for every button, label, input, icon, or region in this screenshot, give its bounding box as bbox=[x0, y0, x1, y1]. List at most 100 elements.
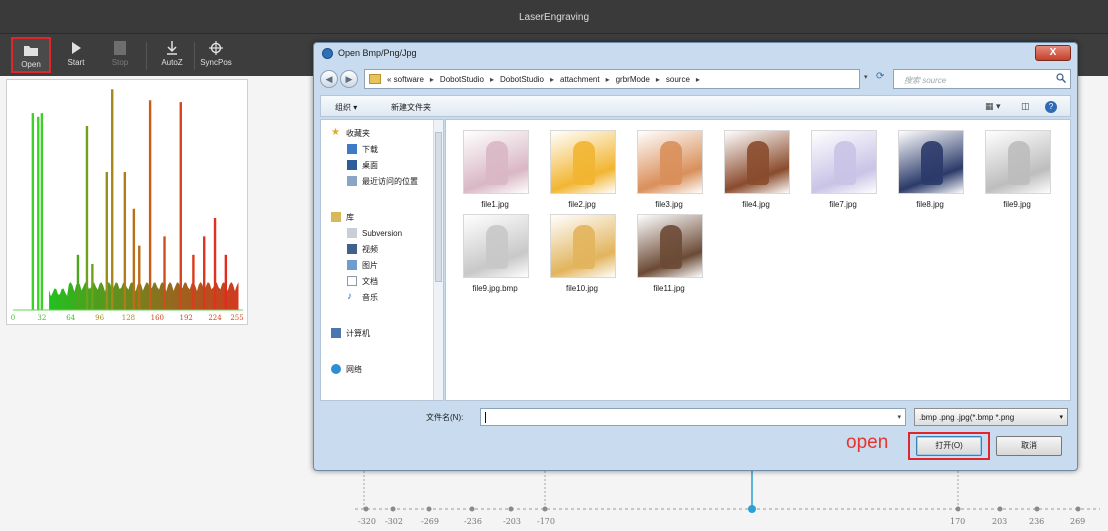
histogram-tick-label: 224 bbox=[208, 314, 222, 322]
nav-label: 音乐 bbox=[362, 292, 378, 302]
axis-tick-label: -236 bbox=[464, 517, 482, 526]
breadcrumb-separator-icon[interactable]: ▸ bbox=[656, 75, 660, 84]
autoz-button-label: AutoZ bbox=[161, 58, 183, 67]
preview-pane-icon[interactable]: ◫ bbox=[1021, 101, 1030, 112]
search-icon[interactable] bbox=[1056, 73, 1066, 83]
breadcrumb-separator-icon[interactable]: ▸ bbox=[490, 75, 494, 84]
folder-icon bbox=[24, 46, 38, 56]
file-list: file1.jpg file2.jpg file3.jpg file4.jpg file… bbox=[445, 119, 1071, 401]
breadcrumb-separator-icon[interactable]: ▸ bbox=[550, 75, 554, 84]
file-name: file8.jpg bbox=[916, 200, 944, 209]
histogram-chart: 0 32 64 96 128 160 192 224 255 bbox=[11, 89, 244, 322]
music-icon: ♪ bbox=[347, 291, 352, 302]
nav-music[interactable]: ♪ 音乐 bbox=[347, 290, 378, 304]
nav-label: 最近访问的位置 bbox=[362, 176, 418, 186]
file-thumbnail bbox=[463, 214, 529, 278]
organize-menu[interactable]: 组织 ▾ bbox=[335, 102, 357, 113]
syncpos-button[interactable]: SyncPos bbox=[196, 37, 236, 73]
thumbnail-figure bbox=[660, 225, 682, 269]
nav-scrollbar[interactable] bbox=[433, 120, 443, 400]
nav-network[interactable]: 网络 bbox=[331, 362, 362, 376]
start-button-label: Start bbox=[67, 58, 85, 67]
toolbar-separator bbox=[146, 42, 147, 70]
nav-pictures[interactable]: 图片 bbox=[347, 258, 378, 272]
breadcrumb-separator-icon[interactable]: ▸ bbox=[430, 75, 434, 84]
breadcrumb-item[interactable]: source bbox=[666, 75, 690, 84]
nav-desktop[interactable]: 桌面 bbox=[347, 158, 378, 172]
breadcrumb-item[interactable]: software bbox=[394, 75, 424, 84]
back-button[interactable]: ◀ bbox=[320, 70, 338, 88]
open-file-dialog: Open Bmp/Png/Jpg X ◀ ▶ « software ▸ DobotS… bbox=[313, 42, 1078, 471]
nav-label: 桌面 bbox=[362, 160, 378, 170]
chevron-down-icon[interactable]: ▾ bbox=[897, 413, 901, 421]
thumbnail-figure bbox=[486, 141, 508, 185]
command-bar: 组织 ▾ 新建文件夹 ▦ ▾ ◫ ? bbox=[320, 95, 1071, 117]
histogram-tick-label: 0 bbox=[11, 314, 15, 322]
histogram-tick-label: 192 bbox=[179, 314, 192, 322]
file-thumbnail bbox=[637, 130, 703, 194]
view-menu[interactable]: ▦ ▾ bbox=[985, 101, 1001, 112]
breadcrumb-separator-icon[interactable]: ▸ bbox=[606, 75, 610, 84]
nav-favorites[interactable]: ★ 收藏夹 bbox=[331, 126, 370, 140]
open-button[interactable]: Open bbox=[11, 37, 51, 73]
file-item[interactable]: file1.jpg bbox=[454, 130, 536, 220]
stop-button[interactable]: Stop bbox=[100, 37, 140, 73]
file-item[interactable]: file3.jpg bbox=[628, 130, 710, 220]
nav-subversion[interactable]: Subversion bbox=[347, 226, 402, 240]
file-thumbnail bbox=[463, 130, 529, 194]
nav-computer[interactable]: 计算机 bbox=[331, 326, 370, 340]
breadcrumb-separator-icon[interactable]: ▸ bbox=[696, 75, 700, 84]
file-item[interactable]: file8.jpg bbox=[889, 130, 971, 220]
file-type-select[interactable]: .bmp .png .jpg(*.bmp *.png ▾ bbox=[914, 408, 1068, 426]
nav-documents[interactable]: 文档 bbox=[347, 274, 378, 288]
file-item[interactable]: file10.jpg bbox=[541, 214, 623, 304]
app-titlebar: LaserEngraving bbox=[0, 0, 1108, 34]
filename-row: 文件名(N): ▾ .bmp .png .jpg(*.bmp *.png ▾ bbox=[320, 406, 1071, 428]
axis-tick-label: -302 bbox=[385, 517, 403, 526]
refresh-icon[interactable]: ⟳ bbox=[876, 71, 884, 82]
dialog-titlebar: Open Bmp/Png/Jpg X bbox=[314, 43, 1077, 65]
file-item[interactable]: file9.jpg.bmp bbox=[454, 214, 536, 304]
breadcrumb-item[interactable]: DobotStudio bbox=[440, 75, 484, 84]
axis-tick-label: 269 bbox=[1070, 517, 1086, 526]
nav-recent[interactable]: 最近访问的位置 bbox=[347, 174, 418, 188]
autoz-button[interactable]: AutoZ bbox=[152, 37, 192, 73]
file-item[interactable]: file9.jpg bbox=[976, 130, 1058, 220]
forward-button[interactable]: ▶ bbox=[340, 70, 358, 88]
navigation-pane: ★ 收藏夹 下载 桌面 最近访问的位置 库 Subversion 视频 图片 文… bbox=[320, 119, 444, 401]
help-icon[interactable]: ? bbox=[1045, 101, 1057, 113]
breadcrumb-item[interactable]: grbrMode bbox=[616, 75, 650, 84]
scrollbar-thumb[interactable] bbox=[435, 132, 442, 282]
start-button[interactable]: Start bbox=[56, 37, 96, 73]
file-name: file3.jpg bbox=[655, 200, 683, 209]
search-input[interactable]: 搜索 source bbox=[893, 69, 1071, 89]
nav-videos[interactable]: 视频 bbox=[347, 242, 378, 256]
file-item[interactable]: file11.jpg bbox=[628, 214, 710, 304]
library-icon bbox=[331, 212, 341, 222]
breadcrumb-item[interactable]: attachment bbox=[560, 75, 600, 84]
recent-places-icon bbox=[347, 176, 357, 186]
nav-downloads[interactable]: 下载 bbox=[347, 142, 378, 156]
breadcrumb-item[interactable]: DobotStudio bbox=[500, 75, 544, 84]
file-item[interactable]: file7.jpg bbox=[802, 130, 884, 220]
nav-label: 图片 bbox=[362, 260, 378, 270]
thumbnail-figure bbox=[573, 141, 595, 185]
open-file-button[interactable]: 打开(O) bbox=[916, 436, 982, 456]
app-icon bbox=[322, 48, 333, 59]
file-item[interactable]: file2.jpg bbox=[541, 130, 623, 220]
close-button[interactable]: X bbox=[1035, 45, 1071, 61]
axis-tick-label: -320 bbox=[358, 517, 376, 526]
new-folder-button[interactable]: 新建文件夹 bbox=[391, 102, 431, 113]
video-icon bbox=[347, 244, 357, 254]
file-name: file11.jpg bbox=[653, 284, 685, 293]
dialog-title: Open Bmp/Png/Jpg bbox=[338, 48, 417, 58]
file-item[interactable]: file4.jpg bbox=[715, 130, 797, 220]
filename-input[interactable]: ▾ bbox=[480, 408, 906, 426]
download-icon bbox=[347, 144, 357, 154]
address-dropdown[interactable]: ▾ bbox=[864, 73, 868, 81]
nav-libraries[interactable]: 库 bbox=[331, 210, 354, 224]
address-bar[interactable]: « software ▸ DobotStudio ▸ DobotStudio ▸ attac… bbox=[364, 69, 860, 89]
cancel-button[interactable]: 取消 bbox=[996, 436, 1062, 456]
search-placeholder: 搜索 source bbox=[904, 76, 947, 85]
app-title: LaserEngraving bbox=[518, 12, 590, 23]
